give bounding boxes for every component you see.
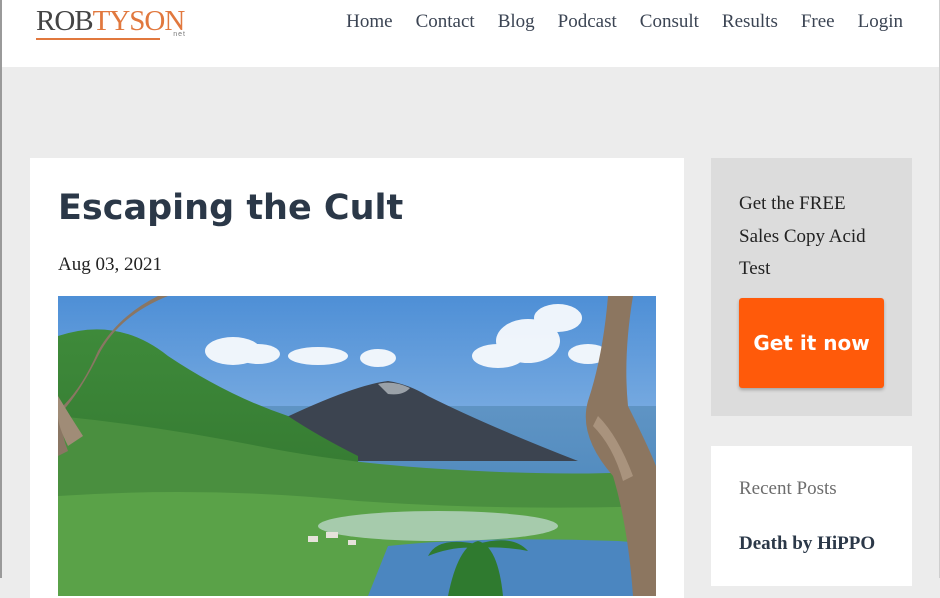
recent-posts-widget: Recent Posts Death by HiPPO (711, 446, 912, 586)
logo-wordmark: ROBTYSON (36, 6, 188, 36)
nav-contact[interactable]: Contact (416, 10, 475, 36)
nav-results[interactable]: Results (722, 10, 778, 36)
recent-post-link[interactable]: Death by HiPPO (739, 533, 875, 555)
nav-free[interactable]: Free (801, 10, 835, 36)
nav-home[interactable]: Home (346, 10, 392, 36)
nav-blog[interactable]: Blog (498, 10, 535, 36)
logo-underline (36, 38, 160, 40)
logo-text-rob: ROB (36, 5, 94, 37)
post-date: Aug 03, 2021 (58, 254, 162, 275)
post-card: Escaping the Cult Aug 03, 2021 (30, 158, 684, 598)
main-nav: Home Contact Blog Podcast Consult Result… (323, 10, 903, 36)
post-title: Escaping the Cult (58, 188, 404, 228)
cta-text: Get the FREE Sales Copy Acid Test (739, 193, 866, 279)
recent-posts-heading: Recent Posts (739, 478, 837, 499)
nav-consult[interactable]: Consult (640, 10, 699, 36)
site-logo[interactable]: ROBTYSON net (36, 6, 188, 40)
post-hero-image (58, 296, 656, 596)
window-border-left (0, 0, 2, 578)
site-header: ROBTYSON net Home Contact Blog Podcast C… (2, 0, 939, 67)
nav-podcast[interactable]: Podcast (558, 10, 617, 36)
logo-subtext: net (173, 31, 186, 38)
cta-widget: Get the FREE Sales Copy Acid Test Get it… (711, 158, 912, 416)
nav-login[interactable]: Login (858, 10, 903, 36)
logo-text-tyson: TYSON (92, 5, 186, 37)
get-it-now-button[interactable]: Get it now (739, 298, 884, 388)
volcano-landscape-image (58, 296, 656, 596)
